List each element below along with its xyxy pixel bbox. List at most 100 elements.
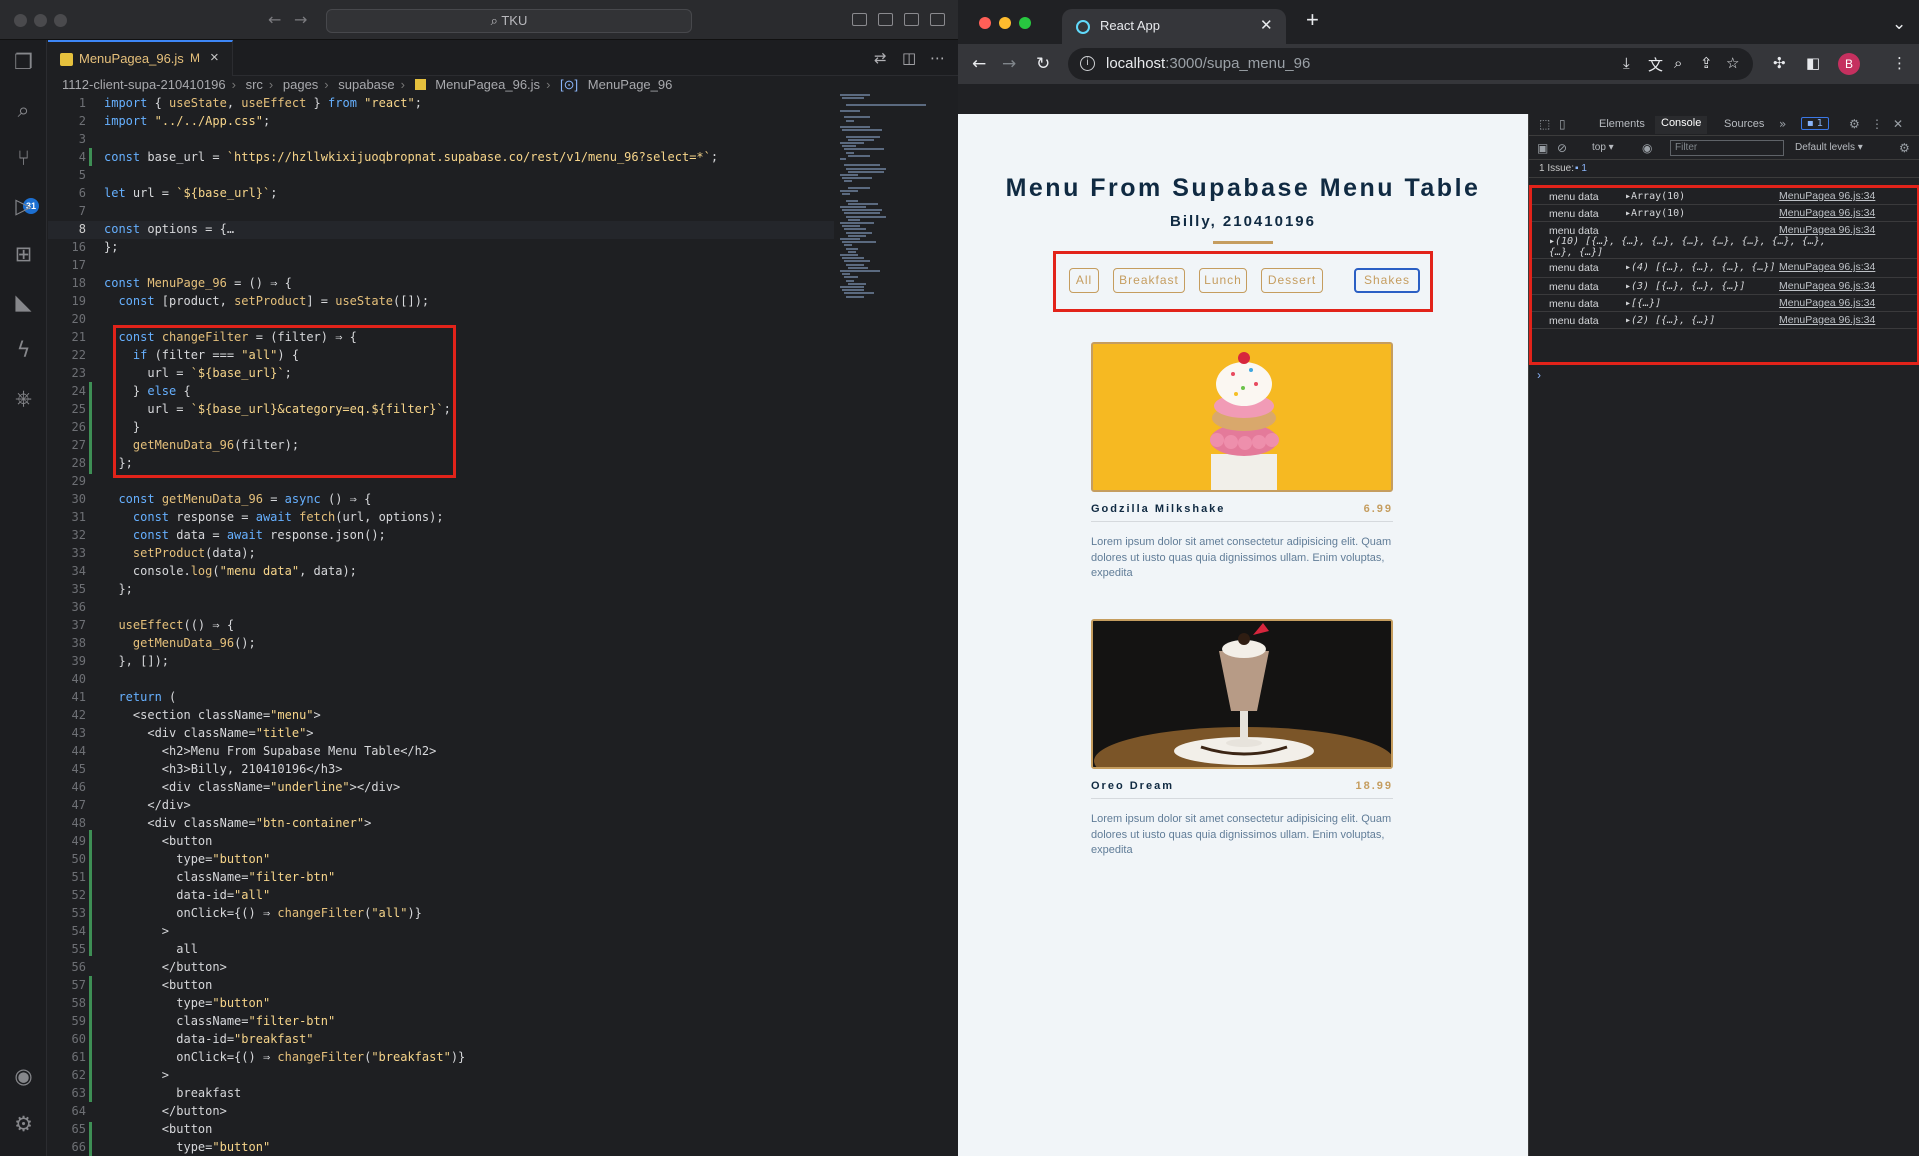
command-center-search[interactable]: ⌕ TKU <box>326 9 692 33</box>
close-window-button[interactable] <box>979 17 991 29</box>
code-line[interactable]: 39 }, []); <box>48 652 828 670</box>
sidebar-toggle-icon[interactable]: ▣ <box>1537 141 1548 155</box>
minimize-window-button[interactable] <box>999 17 1011 29</box>
code-line[interactable]: 6 let url = `${base_url}`; <box>48 184 828 202</box>
tab-search-chevron-icon[interactable]: ⌄ <box>1892 14 1906 34</box>
breadcrumb-item[interactable]: pages <box>283 77 318 92</box>
code-line[interactable]: 2 import "../../App.css"; <box>48 112 828 130</box>
breadcrumb-item[interactable]: MenuPagea_96.js <box>435 77 540 92</box>
filter-button-dessert[interactable]: Dessert <box>1261 268 1323 293</box>
code-line[interactable]: 55 all <box>48 940 828 958</box>
code-line[interactable]: 42 <section className="menu"> <box>48 706 828 724</box>
code-line[interactable]: 34 console.log("menu data", data); <box>48 562 828 580</box>
code-line[interactable]: 5 <box>48 166 828 184</box>
inspect-element-icon[interactable]: ⬚ <box>1539 117 1550 131</box>
chrome-menu-icon[interactable]: ⋮ <box>1892 54 1907 72</box>
code-line[interactable]: 36 <box>48 598 828 616</box>
code-line[interactable]: 64 </button> <box>48 1102 828 1120</box>
code-line[interactable]: 35 }; <box>48 580 828 598</box>
account-icon[interactable]: ◉ <box>11 1064 36 1089</box>
filter-button-shakes[interactable]: Shakes <box>1354 268 1420 293</box>
code-editor[interactable]: 1 import { useState, useEffect } from "re… <box>48 94 828 1156</box>
share-icon[interactable]: ⇪ <box>1700 54 1713 72</box>
close-tab-icon[interactable]: ✕ <box>1260 16 1273 34</box>
source-control-icon[interactable]: ⑂ <box>11 146 36 171</box>
split-editor-icon[interactable]: ◫ <box>902 49 916 67</box>
filter-button-breakfast[interactable]: Breakfast <box>1113 268 1185 293</box>
minimize-window-button[interactable] <box>34 14 47 27</box>
code-line[interactable]: 47 </div> <box>48 796 828 814</box>
reload-icon[interactable]: ↻ <box>1036 54 1050 74</box>
code-line[interactable]: 61 onClick={() ⇒ changeFilter("breakfast… <box>48 1048 828 1066</box>
code-line[interactable]: 38 getMenuData_96(); <box>48 634 828 652</box>
code-line[interactable]: 52 data-id="all" <box>48 886 828 904</box>
editor-scrollbar[interactable] <box>946 94 956 1156</box>
lightning-icon[interactable]: ϟ <box>11 338 36 363</box>
breadcrumb-item[interactable]: 1112-client-supa-210410196 <box>62 77 226 92</box>
address-bar[interactable]: i localhost:3000/supa_menu_96 ⤓ 文 ⌕ ⇪ ☆ <box>1068 48 1753 80</box>
extensions-icon[interactable]: ⊞ <box>11 242 36 267</box>
breadcrumb-item[interactable]: MenuPage_96 <box>588 77 673 92</box>
context-selector[interactable]: top ▾ <box>1592 142 1614 153</box>
code-line[interactable]: 31 const response = await fetch(url, opt… <box>48 508 828 526</box>
code-line[interactable]: 18 const MenuPage_96 = () ⇒ { <box>48 274 828 292</box>
code-line[interactable]: 37 useEffect(() ⇒ { <box>48 616 828 634</box>
maximize-window-button[interactable] <box>1019 17 1031 29</box>
tab-console[interactable]: Console <box>1655 116 1708 134</box>
breadcrumb-item[interactable]: src <box>246 77 263 92</box>
code-line[interactable]: 32 const data = await response.json(); <box>48 526 828 544</box>
breadcrumb-item[interactable]: supabase <box>338 77 394 92</box>
settings-gear-icon[interactable]: ⚙ <box>11 1112 36 1137</box>
code-line[interactable]: 7 <box>48 202 828 220</box>
code-line[interactable]: 50 type="button" <box>48 850 828 868</box>
bookmark-star-icon[interactable]: ☆ <box>1726 54 1739 72</box>
explorer-icon[interactable]: ❐ <box>11 50 36 75</box>
code-line[interactable]: 4 const base_url = `https://hzllwkixijuoq… <box>48 148 828 166</box>
code-line[interactable]: 56 </button> <box>48 958 828 976</box>
clear-console-icon[interactable]: ⊘ <box>1557 141 1567 155</box>
code-line[interactable]: 60 data-id="breakfast" <box>48 1030 828 1048</box>
open-changes-icon[interactable]: ⇄ <box>874 49 887 67</box>
code-line[interactable]: 62 > <box>48 1066 828 1084</box>
messages-badge[interactable]: ▪ 1 <box>1801 117 1829 130</box>
code-line[interactable]: 16}; <box>48 238 828 256</box>
maximize-window-button[interactable] <box>54 14 67 27</box>
code-line[interactable]: 44 <h2>Menu From Supabase Menu Table</h2… <box>48 742 828 760</box>
code-line[interactable]: 41 return ( <box>48 688 828 706</box>
search-icon[interactable]: ⌕ <box>11 98 36 123</box>
toggle-sidebar-icon[interactable] <box>852 13 867 26</box>
code-line[interactable]: 57 <button <box>48 976 828 994</box>
translate-icon[interactable]: 文 <box>1648 54 1663 75</box>
code-line[interactable]: 51 className="filter-btn" <box>48 868 828 886</box>
code-line[interactable]: 53 onClick={() ⇒ changeFilter("all")} <box>48 904 828 922</box>
console-prompt-icon[interactable]: › <box>1537 368 1541 382</box>
toggle-panel-icon[interactable] <box>878 13 893 26</box>
more-actions-icon[interactable]: ⋯ <box>930 49 945 67</box>
close-window-button[interactable] <box>14 14 27 27</box>
profile-avatar[interactable]: B <box>1838 53 1860 75</box>
issues-bar[interactable]: 1 Issue: ▪ 1 <box>1529 160 1919 178</box>
back-arrow-icon[interactable]: ← <box>972 54 986 74</box>
install-app-icon[interactable]: ⤓ <box>1623 54 1630 72</box>
code-line[interactable]: 54 > <box>48 922 828 940</box>
run-debug-icon[interactable]: ▷ <box>11 194 36 219</box>
filter-button-lunch[interactable]: Lunch <box>1199 268 1247 293</box>
code-line[interactable]: 65 <button <box>48 1120 828 1138</box>
code-line[interactable]: 1 import { useState, useEffect } from "re… <box>48 94 828 112</box>
devtools-menu-icon[interactable]: ⋮ <box>1871 117 1883 131</box>
side-panel-icon[interactable]: ◧ <box>1806 54 1820 72</box>
code-line[interactable]: 3 <box>48 130 828 148</box>
devtools-settings-icon[interactable]: ⚙ <box>1849 117 1860 131</box>
terraform-icon[interactable]: ◣ <box>11 290 36 315</box>
zoom-icon[interactable]: ⌕ <box>1674 54 1682 72</box>
code-line[interactable]: 58 type="button" <box>48 994 828 1012</box>
code-line[interactable]: 17 <box>48 256 828 274</box>
info-icon[interactable]: i <box>1080 56 1095 71</box>
back-arrow-icon[interactable]: ← <box>268 10 281 29</box>
filter-button-all[interactable]: All <box>1069 268 1099 293</box>
editor-tab[interactable]: MenuPagea_96.js M × <box>48 40 233 76</box>
extensions-puzzle-icon[interactable]: ✣ <box>1773 54 1786 72</box>
customize-layout-icon[interactable] <box>930 13 945 26</box>
device-toolbar-icon[interactable]: ▯ <box>1559 117 1566 131</box>
code-line[interactable]: 49 <button <box>48 832 828 850</box>
